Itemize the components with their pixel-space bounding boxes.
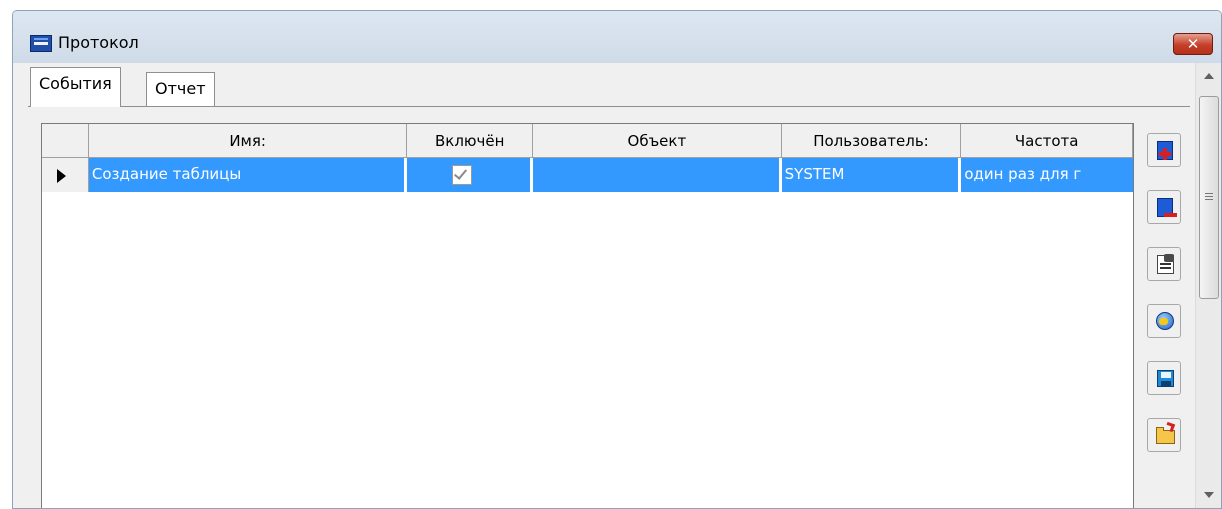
scroll-up-icon[interactable] xyxy=(1204,73,1214,79)
open-folder-icon xyxy=(1156,421,1176,444)
app-icon xyxy=(30,35,52,52)
protocol-window: Протокол ✕ События Отчет Имя: Включён Об… xyxy=(12,10,1222,509)
title-bar[interactable]: Протокол ✕ xyxy=(13,11,1221,63)
add-record-icon xyxy=(1157,141,1173,160)
scrollbar-thumb[interactable] xyxy=(1199,96,1219,299)
events-grid[interactable]: Имя: Включён Объект Пользователь: Частот… xyxy=(41,123,1134,508)
grip-icon xyxy=(1205,193,1213,194)
add-record-button[interactable] xyxy=(1147,133,1181,167)
close-button[interactable]: ✕ xyxy=(1173,33,1213,55)
open-button[interactable] xyxy=(1147,418,1181,452)
enabled-checkbox[interactable] xyxy=(452,165,473,185)
window-title: Протокол xyxy=(58,33,139,52)
properties-button[interactable] xyxy=(1147,247,1181,281)
scroll-down-icon[interactable] xyxy=(1204,492,1214,498)
cell-user[interactable]: SYSTEM xyxy=(781,158,962,192)
side-toolbar xyxy=(1147,133,1181,508)
row-indicator xyxy=(42,158,89,192)
header-user[interactable]: Пользователь: xyxy=(781,124,962,158)
save-button[interactable] xyxy=(1147,361,1181,395)
grid-header: Имя: Включён Объект Пользователь: Частот… xyxy=(42,124,1133,158)
header-indicator xyxy=(42,124,89,158)
header-frequency[interactable]: Частота xyxy=(961,124,1133,158)
checkmark-icon xyxy=(454,166,468,180)
tab-report[interactable]: Отчет xyxy=(146,72,215,107)
tab-events[interactable]: События xyxy=(30,67,121,107)
save-icon xyxy=(1157,370,1174,387)
refresh-button[interactable] xyxy=(1147,304,1181,338)
header-name[interactable]: Имя: xyxy=(88,124,408,158)
tab-panel-events: Имя: Включён Объект Пользователь: Частот… xyxy=(28,106,1190,508)
vertical-scrollbar[interactable] xyxy=(1195,63,1221,508)
header-enabled[interactable]: Включён xyxy=(407,124,534,158)
header-object[interactable]: Объект xyxy=(533,124,782,158)
cell-name[interactable]: Создание таблицы xyxy=(88,158,408,192)
current-row-arrow-icon xyxy=(57,169,66,183)
cell-object[interactable] xyxy=(533,158,782,192)
delete-record-icon xyxy=(1157,198,1177,217)
window-client-area: События Отчет Имя: Включён Объект Пользо… xyxy=(13,63,1221,508)
delete-record-button[interactable] xyxy=(1147,190,1181,224)
cell-frequency[interactable]: один раз для г xyxy=(961,158,1133,192)
refresh-globe-icon xyxy=(1156,312,1174,330)
table-row[interactable]: Создание таблицы SYSTEM один раз для г xyxy=(42,158,1133,192)
properties-icon xyxy=(1157,254,1174,274)
cell-enabled[interactable] xyxy=(407,158,534,192)
